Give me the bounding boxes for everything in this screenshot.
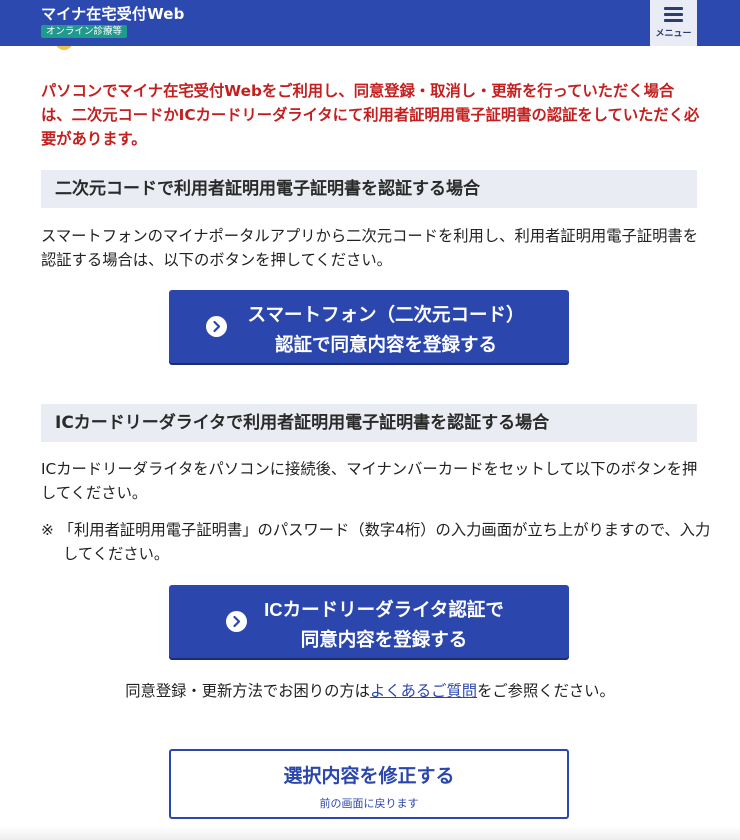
register-smartphone-label: スマートフォン（二次元コード） 認証で同意内容を登録する — [231, 300, 541, 360]
section-heading-qr: 二次元コードで利用者証明用電子証明書を認証する場合 — [41, 170, 697, 208]
register-ic-reader-button[interactable]: ICカードリーダライタ認証で 同意内容を登録する — [169, 585, 569, 658]
section-heading-ic: ICカードリーダライタで利用者証明用電子証明書を認証する場合 — [41, 404, 697, 442]
help-line: 同意登録・更新方法でお困りの方はよくあるご質問をご参照ください。 — [0, 679, 740, 703]
register-ic-reader-line2: 同意内容を登録する — [300, 629, 468, 650]
edit-selection-sublabel: 前の画面に戻ります — [319, 798, 419, 810]
register-ic-reader-line1: ICカードリーダライタ認証で — [264, 599, 504, 620]
notice-text: パソコンでマイナ在宅受付Webをご利用し、同意登録・取消し・更新を行っていただく… — [41, 82, 700, 148]
menu-button[interactable]: メニュー — [650, 0, 697, 46]
help-prefix: 同意登録・更新方法でお困りの方は — [125, 682, 370, 700]
faq-link[interactable]: よくあるご質問 — [370, 682, 477, 700]
register-ic-reader-label: ICカードリーダライタ認証で 同意内容を登録する — [249, 595, 519, 655]
service-badge: オンライン診療等 — [41, 25, 128, 38]
register-smartphone-line1: スマートフォン（二次元コード） — [247, 304, 525, 325]
edit-selection-label: 選択内容を修正する — [283, 766, 455, 787]
password-note: ※ 「利用者証明用電子証明書」のパスワード（数字4桁）の入力画面が立ち上がります… — [41, 521, 711, 563]
chevron-right-circle-icon — [206, 316, 227, 337]
app-header: マイナ在宅受付Web オンライン診療等 メニュー — [0, 0, 740, 46]
app-title[interactable]: マイナ在宅受付Web — [41, 3, 185, 24]
register-smartphone-line2: 認証で同意内容を登録する — [274, 334, 497, 355]
menu-label: メニュー — [655, 28, 692, 38]
section-description-ic: ICカードリーダライタをパソコンに接続後、マイナンバーカードをセットして以下のボ… — [41, 460, 698, 502]
section-description-qr: スマートフォンのマイナポータルアプリから二次元コードを利用し、利用者証明用電子証… — [41, 227, 699, 269]
register-smartphone-button[interactable]: スマートフォン（二次元コード） 認証で同意内容を登録する — [169, 290, 569, 363]
chevron-right-circle-icon — [226, 611, 247, 632]
hamburger-icon — [664, 7, 683, 22]
bottom-fade — [0, 826, 740, 840]
help-suffix: をご参照ください。 — [477, 682, 615, 700]
edit-selection-button[interactable]: 選択内容を修正する 前の画面に戻ります — [169, 749, 569, 819]
